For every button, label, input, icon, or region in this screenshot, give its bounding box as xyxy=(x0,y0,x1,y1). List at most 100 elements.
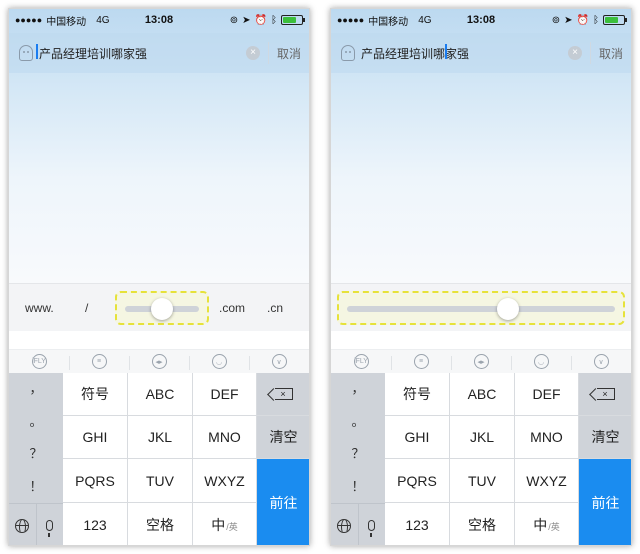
url-shortcut-row xyxy=(331,283,631,331)
key-slash[interactable]: / xyxy=(85,284,88,332)
backspace-key[interactable]: × xyxy=(579,373,631,416)
clear-key[interactable]: 清空 xyxy=(257,416,309,459)
key-exclaim[interactable]: ！ xyxy=(331,471,385,504)
globe-icon xyxy=(15,518,30,533)
key-ghi[interactable]: GHI xyxy=(63,416,128,459)
battery-level xyxy=(605,17,618,23)
key-jkl[interactable]: JKL xyxy=(450,416,515,459)
keyboard-toolbar: iFLY ≡ ◂▸ ◡ ∨ xyxy=(9,349,309,373)
key-123[interactable]: 123 xyxy=(63,503,128,545)
key-period[interactable]: 。 xyxy=(9,406,63,439)
toolbar-chat[interactable]: ≡ xyxy=(391,354,451,370)
toolbar-collapse[interactable]: ∨ xyxy=(571,354,631,370)
alarm-icon: ⏰ xyxy=(576,14,589,26)
key-wxyz[interactable]: WXYZ xyxy=(193,459,257,503)
globe-icon xyxy=(337,518,352,533)
cancel-button[interactable]: 取消 xyxy=(277,45,301,62)
key-ghi[interactable]: GHI xyxy=(385,416,450,459)
key-space[interactable]: 空格 xyxy=(450,503,515,545)
divider xyxy=(589,42,591,64)
toolbar-chat[interactable]: ≡ xyxy=(69,354,129,370)
globe-key[interactable] xyxy=(331,504,358,545)
microphone-icon xyxy=(368,520,376,537)
battery-level xyxy=(283,17,296,23)
key-pqrs[interactable]: PQRS xyxy=(63,459,128,503)
phone-right: ●●●●● 中国移动 4G 13:08 ⊚ ➤ ⏰ ᛒ 产品经理培训哪家强 × … xyxy=(330,8,632,546)
status-bar: ●●●●● 中国移动 4G 13:08 ⊚ ➤ ⏰ ᛒ xyxy=(9,9,309,31)
text-cursor xyxy=(36,43,38,59)
key-tuv[interactable]: TUV xyxy=(128,459,193,503)
key-def[interactable]: DEF xyxy=(193,373,257,416)
key-question[interactable]: ？ xyxy=(331,438,385,471)
ghost-icon xyxy=(19,45,33,61)
lang-zh-label: 中 xyxy=(211,516,226,533)
key-lang-switch[interactable]: 中/英 xyxy=(515,503,579,545)
signal-strength: ●●●●● xyxy=(337,15,365,25)
toolbar-logo[interactable]: iFLY xyxy=(331,354,391,369)
cursor-slider-track[interactable] xyxy=(347,306,615,312)
key-dot-cn[interactable]: .cn xyxy=(267,284,283,332)
rotation-lock-icon: ⊚ xyxy=(229,14,239,26)
key-period[interactable]: 。 xyxy=(331,406,385,439)
key-space[interactable]: 空格 xyxy=(128,503,193,545)
bottom-left-keys xyxy=(331,503,386,545)
backspace-key[interactable]: × xyxy=(257,373,309,416)
toolbar-logo[interactable]: iFLY xyxy=(9,354,69,369)
key-wxyz[interactable]: WXYZ xyxy=(515,459,579,503)
mic-key[interactable] xyxy=(35,504,64,545)
go-button[interactable]: 前往 xyxy=(257,459,309,545)
key-tuv[interactable]: TUV xyxy=(450,459,515,503)
key-comma[interactable]: ， xyxy=(331,373,385,406)
toolbar-emoji[interactable]: ◡ xyxy=(189,354,249,370)
logo-icon: iFLY xyxy=(353,354,369,369)
cursor-slider-knob[interactable] xyxy=(151,298,173,320)
toolbar-emoji[interactable]: ◡ xyxy=(511,354,571,370)
rotation-lock-icon: ⊚ xyxy=(551,14,561,26)
key-mno[interactable]: MNO xyxy=(193,416,257,459)
search-input-text: 产品经理培训哪家强 xyxy=(361,46,470,61)
key-123[interactable]: 123 xyxy=(385,503,450,545)
search-input[interactable]: 产品经理培训哪家强 xyxy=(361,43,470,62)
toolbar-cursor-move[interactable]: ◂▸ xyxy=(451,354,511,370)
key-www[interactable]: www. xyxy=(25,284,54,332)
cursor-slider-highlight xyxy=(337,291,625,325)
carrier-name: 中国移动 xyxy=(46,16,87,28)
key-symbols[interactable]: 符号 xyxy=(63,373,128,416)
ghost-icon xyxy=(341,45,355,61)
key-pqrs[interactable]: PQRS xyxy=(385,459,450,503)
toolbar-collapse[interactable]: ∨ xyxy=(249,354,309,370)
clear-key[interactable]: 清空 xyxy=(579,416,631,459)
clear-search-button[interactable]: × xyxy=(245,46,260,60)
key-lang-switch[interactable]: 中/英 xyxy=(193,503,257,545)
key-jkl[interactable]: JKL xyxy=(128,416,193,459)
cursor-slider-knob[interactable] xyxy=(496,298,519,320)
search-input[interactable]: 产品经理培训哪家强 xyxy=(36,43,147,62)
key-abc[interactable]: ABC xyxy=(128,373,193,416)
network-type: 4G xyxy=(96,14,110,26)
key-mno[interactable]: MNO xyxy=(515,416,579,459)
text-cursor xyxy=(445,43,447,59)
key-def[interactable]: DEF xyxy=(515,373,579,416)
keyboard: ， 。 ？ ！ 符号 ABC DEF × GHI JKL MNO 清空 PQRS… xyxy=(331,373,631,545)
chat-icon: ≡ xyxy=(413,354,429,369)
key-abc[interactable]: ABC xyxy=(450,373,515,416)
key-question[interactable]: ？ xyxy=(9,438,63,471)
key-dot-com[interactable]: .com xyxy=(219,284,245,332)
battery-icon xyxy=(281,15,305,25)
status-bar: ●●●●● 中国移动 4G 13:08 ⊚ ➤ ⏰ ᛒ xyxy=(331,9,631,31)
key-exclaim[interactable]: ！ xyxy=(9,471,63,504)
clear-search-button[interactable]: × xyxy=(567,46,582,60)
network-type: 4G xyxy=(418,14,432,26)
key-comma[interactable]: ， xyxy=(9,373,63,406)
carrier-name: 中国移动 xyxy=(368,16,409,28)
punctuation-column: ， 。 ？ ！ xyxy=(9,373,63,503)
toolbar-cursor-move[interactable]: ◂▸ xyxy=(129,354,189,370)
mic-key[interactable] xyxy=(357,504,386,545)
key-symbols[interactable]: 符号 xyxy=(385,373,450,416)
location-icon: ➤ xyxy=(242,14,251,26)
go-button[interactable]: 前往 xyxy=(579,459,631,545)
cancel-button[interactable]: 取消 xyxy=(599,45,623,62)
cursor-move-icon: ◂▸ xyxy=(151,354,167,369)
phone-left: ●●●●● 中国移动 4G 13:08 ⊚ ➤ ⏰ ᛒ 产品经理培训哪家强 × … xyxy=(8,8,310,546)
globe-key[interactable] xyxy=(9,504,36,545)
